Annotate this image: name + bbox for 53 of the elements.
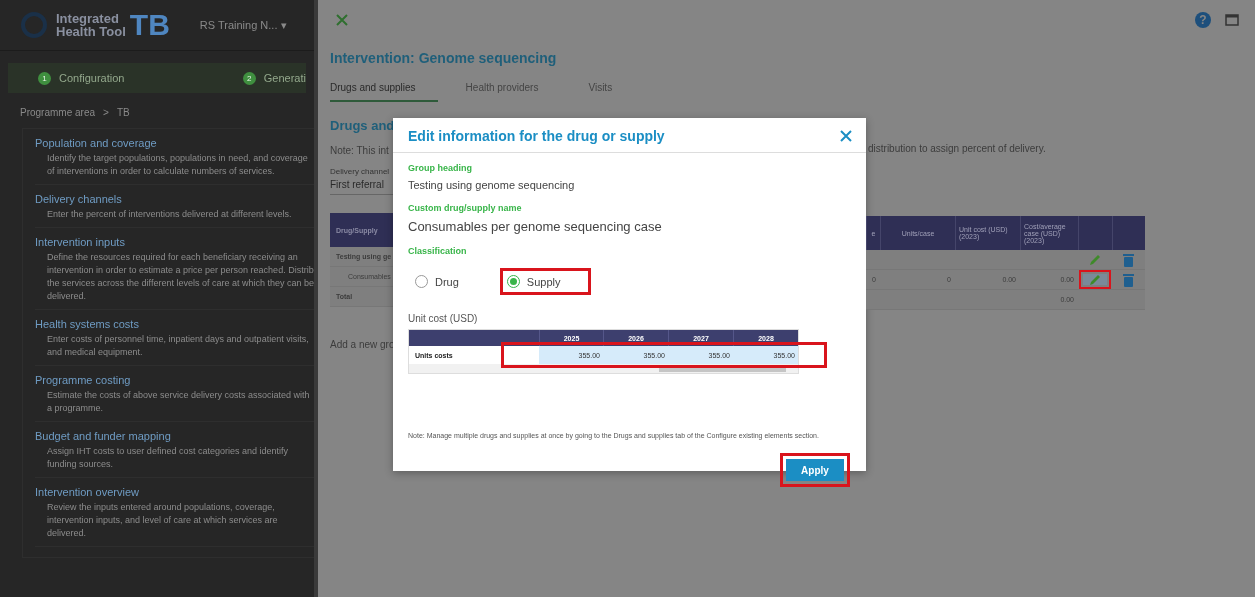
radio-option[interactable]: Supply [499,268,592,295]
step-label[interactable]: Configuration [59,72,125,84]
section-description: Enter costs of personnel time, inpatient days and outpatient visits, and medical equipment. [46,333,310,359]
section-description: Identify the target populations, populations in need, and coverage of interventions in order to calculate numbers of services. [46,152,309,178]
section-title[interactable]: Delivery channels [35,193,314,205]
tab[interactable]: Health providers [465,82,561,102]
step-number: 2 [242,71,256,85]
field-label: Group heading [408,163,473,173]
breadcrumb-item[interactable]: Programme area [20,107,96,118]
scrollbar[interactable] [409,364,798,373]
tab[interactable]: Drugs and supplies [330,82,438,102]
close-button[interactable] [840,130,852,142]
program-name: TB [129,8,170,42]
section-heading: Drugs and [330,118,393,133]
trash-icon[interactable] [1123,252,1134,267]
tab[interactable]: Visits [588,82,635,102]
note-text: Note: This int [330,145,390,156]
note-text: distribution to assign percent of delivery. [867,143,1047,154]
logo-title: Integrated [56,12,120,25]
pencil-icon [1088,252,1102,267]
section-title[interactable]: Population and coverage [35,137,314,149]
trash-icon[interactable] [1123,272,1134,287]
field-label: Classification [408,246,468,256]
section-title[interactable]: Programme costing [35,374,314,386]
section-description: Enter the percent of interventions delivered at different levels. [46,208,293,221]
radio-option[interactable]: Drug [408,268,490,295]
logo-title: Health Tool [56,25,126,38]
field-value: Testing using genome sequencing [408,179,576,191]
apply-button[interactable]: Apply [780,453,850,487]
section-description: Review the inputs entered around populations, coverage, intervention inputs, and level of care at which services are delivered. [46,501,279,540]
window-icon[interactable] [1225,14,1239,26]
pencil-icon [1088,272,1102,287]
section-title[interactable]: Health systems costs [35,318,314,330]
section-title[interactable]: Budget and funder mapping [35,430,314,442]
logo-icon [20,11,48,39]
step-number: 1 [38,71,51,85]
intervention-title: Intervention: Genome sequencing [329,49,558,66]
close-icon[interactable] [336,14,348,26]
project-selector[interactable]: RS Training N... ▾ [199,18,287,32]
field-label: Unit cost (USD) [408,313,479,324]
field-value: Consumables per genome sequencing case [408,219,663,234]
dialog-title: Edit information for the drug or supply [408,128,665,144]
breadcrumb-separator: > [103,107,109,118]
field-label: Delivery channel [330,167,391,176]
breadcrumb-item: TB [116,107,130,118]
field-label: Custom drug/supply name [408,203,523,213]
step-label[interactable]: Generati [263,72,306,84]
section-title[interactable]: Intervention inputs [35,236,314,248]
section-description: Define the resources required for each beneficiary receiving an intervention in order to estimate a price per person reached. Distrib the services across the different levels of care at which they can be delivered. [46,251,314,303]
edit-button[interactable] [1079,270,1111,289]
section-description: Estimate the costs of above service delivery costs associated with a programme. [46,389,311,415]
section-description: Assign IHT costs to user defined cost categories and identify funding sources. [46,445,289,471]
section-title[interactable]: Intervention overview [35,486,314,498]
